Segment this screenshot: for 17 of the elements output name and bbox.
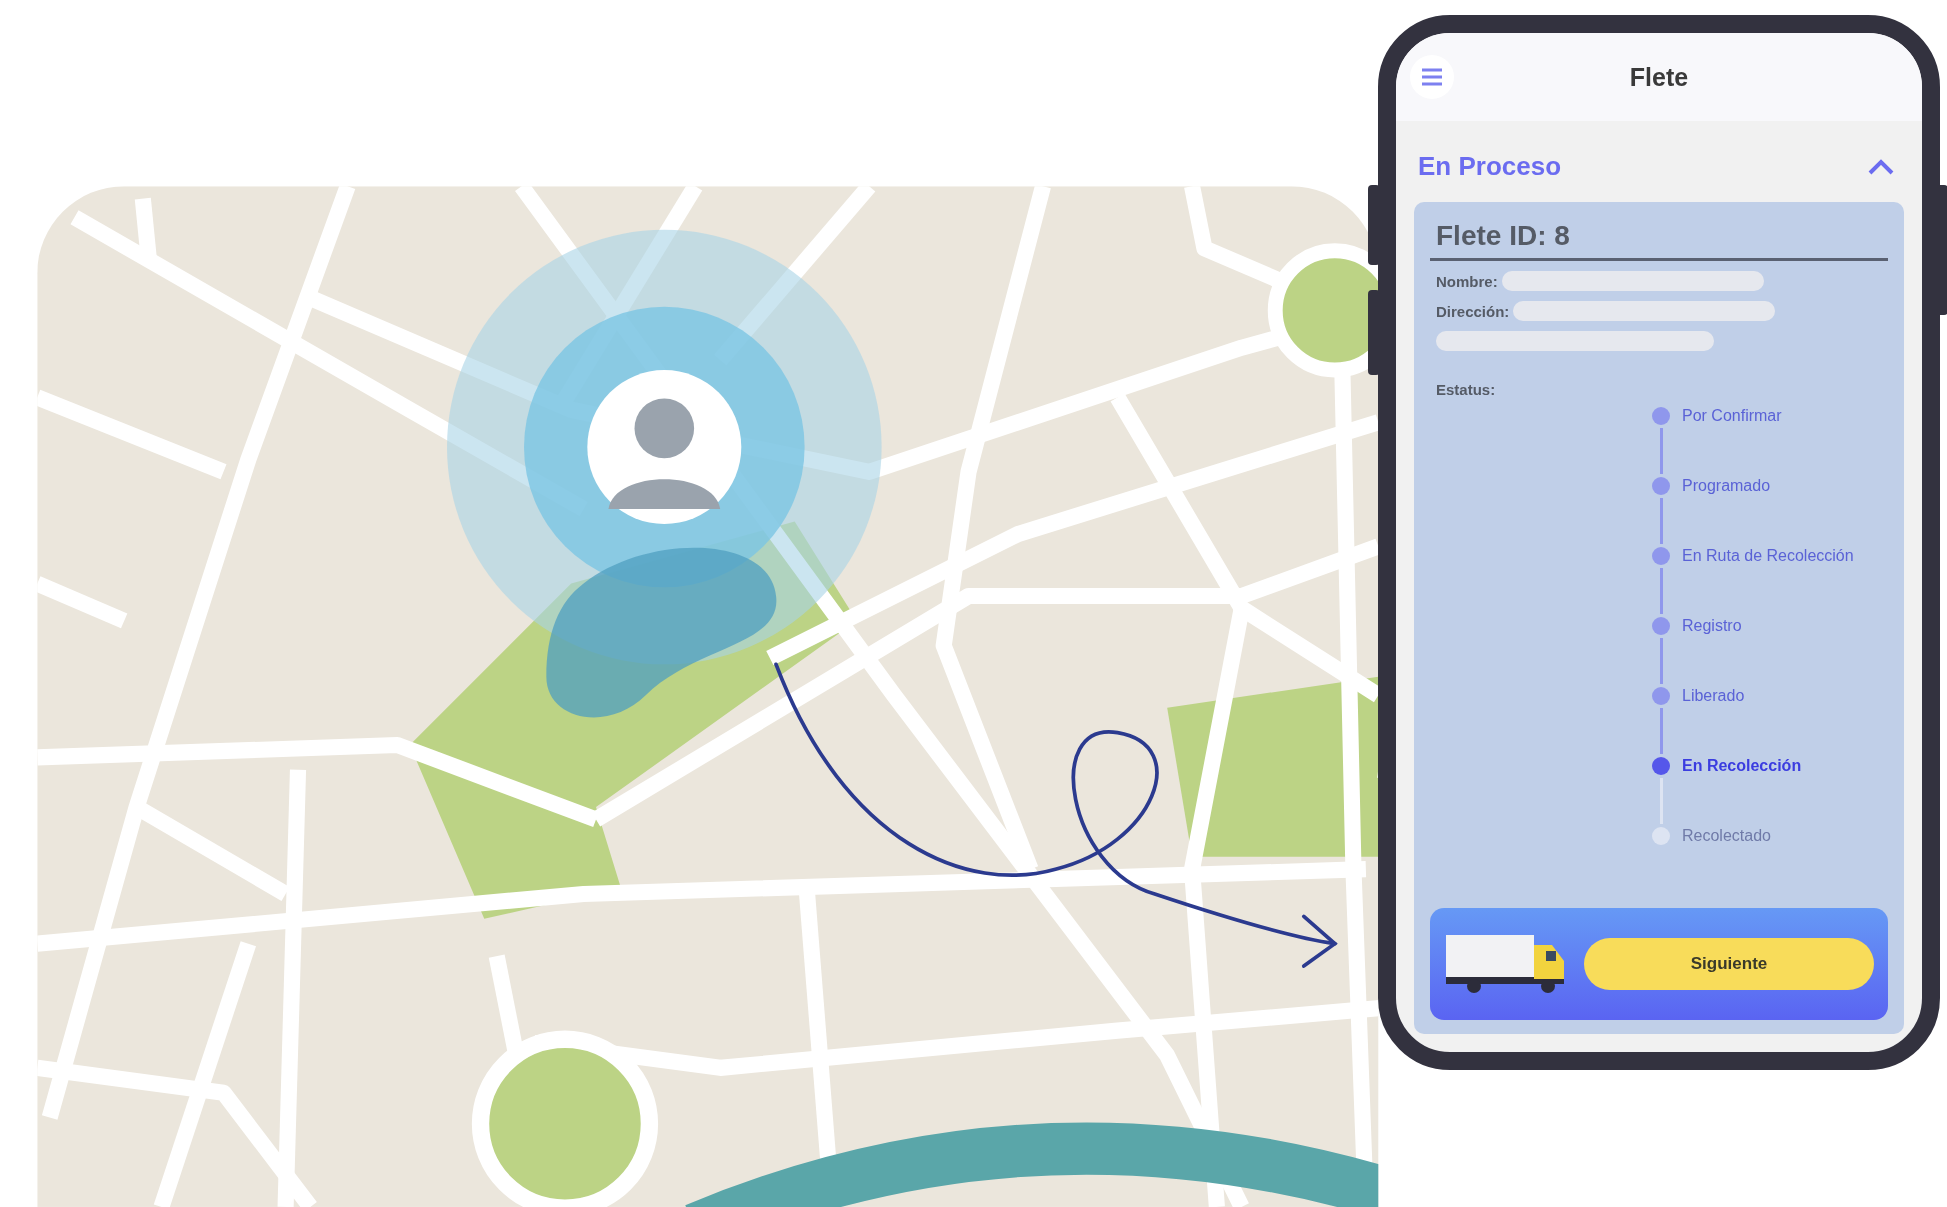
chevron-icon [1868, 158, 1894, 175]
menu-icon [1421, 68, 1443, 86]
step-label: Por Confirmar [1682, 407, 1782, 425]
screen-title: Flete [1629, 62, 1689, 92]
field-label: Nombre: [1436, 272, 1498, 290]
section-header[interactable]: En Proceso [1396, 121, 1922, 202]
step-label: En Ruta de Recolección [1682, 547, 1854, 565]
step-label: En Recolección [1682, 757, 1802, 775]
step-label: Liberado [1682, 687, 1745, 705]
step-label: Programado [1682, 477, 1771, 495]
card-title: Flete ID: 8 [1430, 216, 1888, 261]
next-button[interactable]: Siguiente [1584, 938, 1874, 990]
field-label: Dirección: [1436, 302, 1510, 320]
step-label: Registro [1682, 617, 1742, 635]
menu-button[interactable] [1410, 55, 1454, 99]
step-label: Recolectado [1682, 827, 1771, 845]
field-label: Estatus: [1436, 381, 1496, 398]
